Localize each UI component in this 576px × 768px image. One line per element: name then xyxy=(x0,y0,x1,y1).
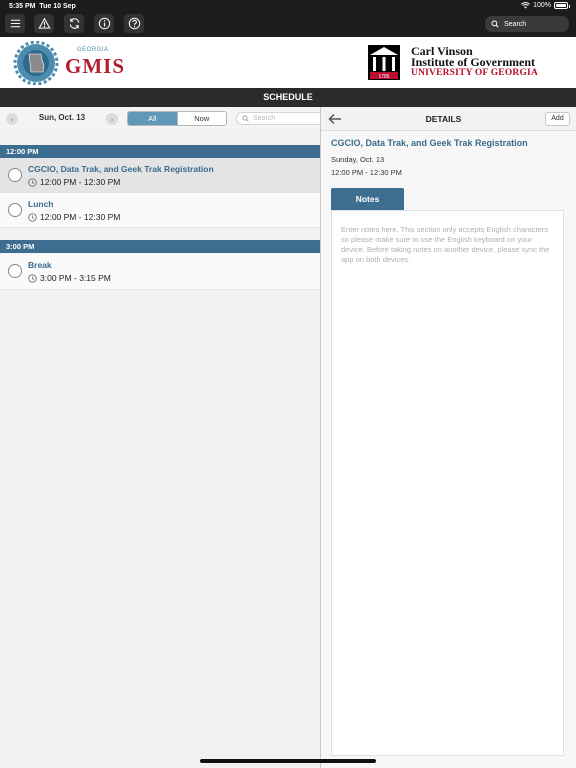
cvi-line-2: Institute of Government xyxy=(411,54,535,69)
clock-icon xyxy=(28,273,37,283)
details-title: DETAILS xyxy=(425,114,462,124)
top-bar: 5:35 PM Tue 10 Sep 100% Search xyxy=(0,0,576,37)
status-time: 5:35 PM Tue 10 Sep xyxy=(9,3,76,10)
top-search-placeholder: Search xyxy=(504,20,527,28)
battery-icon xyxy=(554,2,570,9)
home-indicator[interactable] xyxy=(200,759,376,763)
search-icon xyxy=(491,20,499,28)
next-day-button[interactable]: › xyxy=(106,113,118,125)
clock-icon xyxy=(28,212,37,222)
schedule-title: SCHEDULE xyxy=(263,92,313,102)
session-detail-time: 12:00 PM - 12:30 PM xyxy=(331,168,402,177)
help-icon xyxy=(128,17,140,30)
session-time: 12:00 PM - 12:30 PM xyxy=(40,177,121,187)
current-date: Sun, Oct. 13 xyxy=(38,113,86,122)
schedule-title-bar: SCHEDULE xyxy=(0,88,576,107)
tab-all[interactable]: All xyxy=(128,112,177,125)
session-time: 12:00 PM - 12:30 PM xyxy=(40,212,121,222)
gmis-logo: GEORGIA GMIS xyxy=(13,40,143,86)
gmis-logo-text: GMIS xyxy=(65,54,126,78)
session-item[interactable]: CGCIO, Data Trak, and Geek Trak Registra… xyxy=(0,158,320,193)
info-icon xyxy=(98,17,110,30)
session-detail-date: Sunday, Oct. 13 xyxy=(331,155,385,164)
sync-icon xyxy=(69,18,79,29)
session-checkbox[interactable] xyxy=(8,203,22,217)
info-button[interactable] xyxy=(94,14,114,33)
schedule-search-placeholder: Search xyxy=(253,115,276,122)
battery-percent: 100% xyxy=(533,2,551,9)
details-panel: DETAILS Add CGCIO, Data Trak, and Geek T… xyxy=(321,107,576,768)
menu-button[interactable] xyxy=(5,14,25,33)
add-button[interactable]: Add xyxy=(545,112,570,126)
schedule-search-field[interactable]: Search xyxy=(236,112,326,125)
details-header: DETAILS Add xyxy=(321,107,576,131)
app-header: GEORGIA GMIS 1785 Carl Vinson Institute … xyxy=(0,37,576,88)
notes-area[interactable]: Enter notes here. This section only acce… xyxy=(331,210,564,756)
chevron-right-icon: › xyxy=(110,114,114,124)
session-time-row: 12:00 PM - 12:30 PM xyxy=(28,177,120,187)
session-time-row: 3:00 PM - 3:15 PM xyxy=(28,273,111,283)
schedule-filter-bar: ‹ Sun, Oct. 13 › All Now Search xyxy=(0,107,326,131)
uga-year: 1785 xyxy=(378,74,389,80)
cvi-line-3: UNIVERSITY OF GEORGIA xyxy=(411,67,539,78)
alerts-button[interactable] xyxy=(34,14,54,33)
clock-icon xyxy=(28,177,37,187)
session-title[interactable]: CGCIO, Data Trak, and Geek Trak Registra… xyxy=(28,164,214,174)
time-group-header: 3:00 PM xyxy=(0,240,320,253)
tab-notes[interactable]: Notes xyxy=(331,188,404,210)
top-search-field[interactable]: Search xyxy=(485,16,569,32)
tab-now[interactable]: Now xyxy=(176,112,226,125)
session-checkbox[interactable] xyxy=(8,168,22,182)
session-detail-title: CGCIO, Data Trak, and Geek Trak Registra… xyxy=(331,138,528,148)
previous-day-button[interactable]: ‹ xyxy=(6,113,18,125)
gmis-logo-small-text: GEORGIA xyxy=(77,47,109,53)
session-item[interactable]: Break 3:00 PM - 3:15 PM xyxy=(0,254,320,290)
session-checkbox[interactable] xyxy=(8,264,22,278)
status-indicators: 100% xyxy=(521,2,570,9)
carl-vinson-logo: 1785 Carl Vinson Institute of Government… xyxy=(367,43,572,81)
sync-button[interactable] xyxy=(64,14,84,33)
search-icon xyxy=(242,115,249,122)
notes-placeholder: Enter notes here. This section only acce… xyxy=(341,225,550,264)
uga-arch-icon: 1785 xyxy=(368,45,400,80)
filter-segmented-control: All Now xyxy=(127,111,227,126)
chevron-left-icon: ‹ xyxy=(10,114,14,124)
session-time: 3:00 PM - 3:15 PM xyxy=(40,273,111,283)
wifi-icon xyxy=(521,2,531,9)
help-button[interactable] xyxy=(124,14,144,33)
session-time-row: 12:00 PM - 12:30 PM xyxy=(28,212,120,222)
session-title[interactable]: Break xyxy=(28,260,52,270)
time-group-header: 12:00 PM xyxy=(0,145,320,158)
session-title[interactable]: Lunch xyxy=(28,199,54,209)
schedule-panel: ‹ Sun, Oct. 13 › All Now Search 12:00 PM… xyxy=(0,107,326,768)
menu-icon xyxy=(10,19,20,28)
alert-icon xyxy=(37,17,51,29)
session-item[interactable]: Lunch 12:00 PM - 12:30 PM xyxy=(0,193,320,228)
